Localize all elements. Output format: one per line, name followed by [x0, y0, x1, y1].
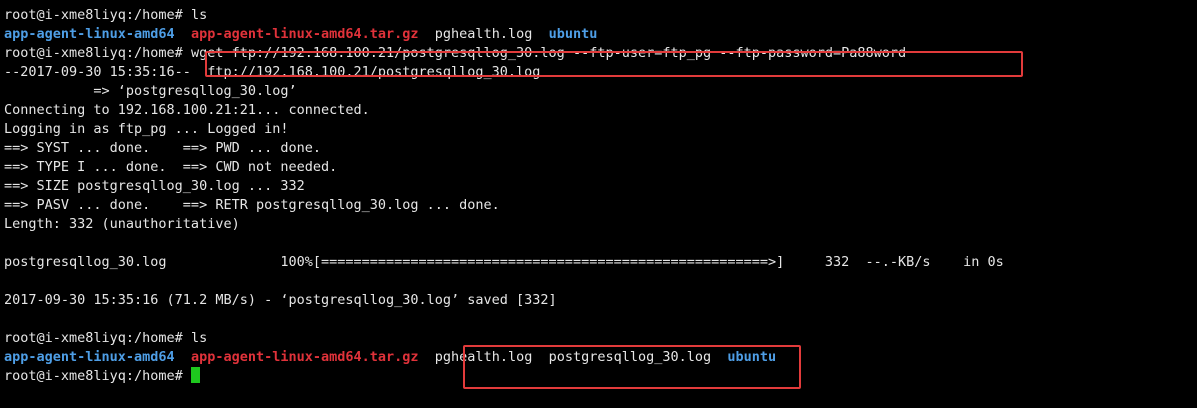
wget-output-line: Connecting to 192.168.100.21:21... conne…: [4, 102, 370, 118]
directory-app-agent: app-agent-linux-amd64: [4, 349, 175, 365]
directory-app-agent: app-agent-linux-amd64: [4, 26, 175, 42]
wget-output-line: Length: 332 (unauthoritative): [4, 216, 240, 232]
shell-prompt: root@i-xme8liyq:/home#: [4, 368, 183, 384]
archive-file: app-agent-linux-amd64.tar.gz: [190, 349, 419, 365]
download-saved-message: 2017-09-30 15:35:16 (71.2 MB/s) - ‘postg…: [4, 292, 557, 308]
shell-prompt: root@i-xme8liyq:/home#: [4, 330, 183, 346]
command-text: ls: [182, 7, 208, 23]
wget-output-line: ==> SYST ... done. ==> PWD ... done.: [4, 140, 321, 156]
download-progress-bar: postgresqllog_30.log 100%[==============…: [4, 254, 1004, 270]
cursor-block-icon: [190, 367, 200, 383]
file-pghealth: pghealth.log: [434, 26, 533, 42]
command-line-ls-1: root@i-xme8liyq:/home# ls: [4, 6, 1197, 25]
wget-output-line: ==> PASV ... done. ==> RETR postgresqllo…: [4, 197, 500, 213]
terminal-window[interactable]: root@i-xme8liyq:/home# ls app-agent-linu…: [0, 0, 1197, 408]
wget-output-line: ==> SIZE postgresqllog_30.log ... 332: [4, 178, 305, 194]
ls-output-1: app-agent-linux-amd64 app-agent-linux-am…: [4, 25, 1197, 44]
command-text: ls: [182, 330, 208, 346]
wget-output-line: => ‘postgresqllog_30.log’: [4, 83, 297, 99]
shell-prompt: root@i-xme8liyq:/home#: [4, 7, 183, 23]
shell-prompt: root@i-xme8liyq:/home#: [4, 45, 183, 61]
highlight-box-new-files: [463, 345, 801, 389]
directory-ubuntu: ubuntu: [548, 26, 598, 42]
highlight-box-wget-command: [205, 51, 1023, 77]
wget-output-line: ==> TYPE I ... done. ==> CWD not needed.: [4, 159, 338, 175]
wget-output-line: Logging in as ftp_pg ... Logged in!: [4, 121, 289, 137]
archive-file: app-agent-linux-amd64.tar.gz: [190, 26, 419, 42]
